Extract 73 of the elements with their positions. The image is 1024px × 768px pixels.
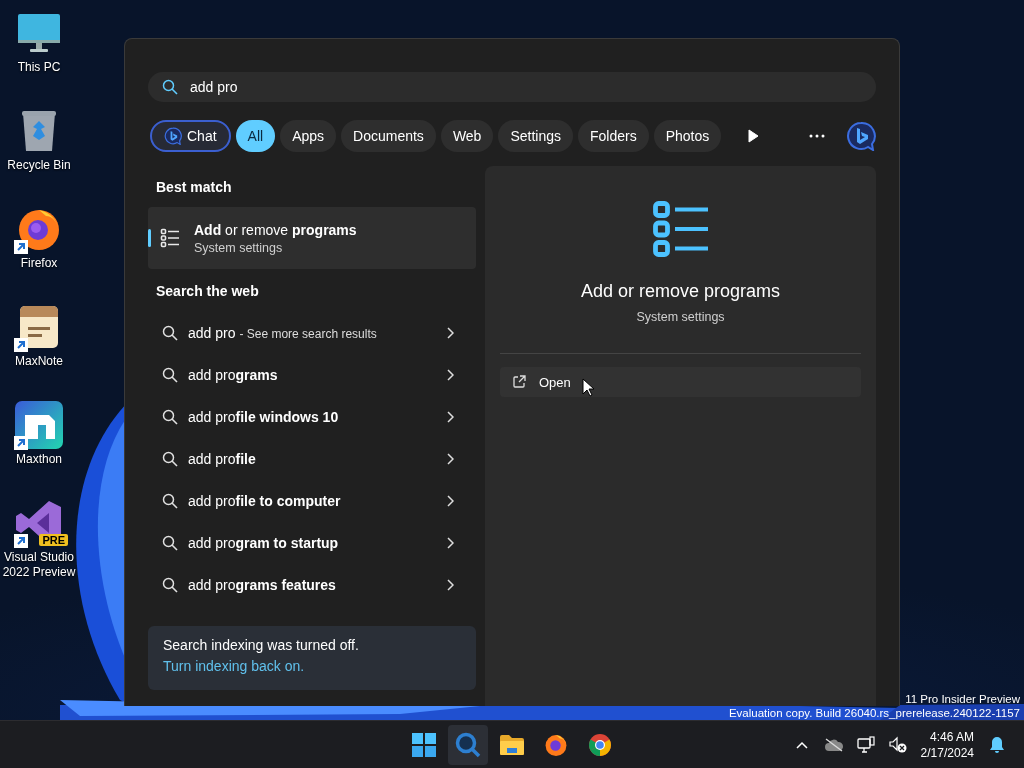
shortcut-label: Firefox (20, 256, 58, 271)
folder-icon (499, 733, 525, 756)
cursor-icon (582, 378, 594, 397)
chevron-right-icon (446, 369, 454, 381)
chevron-right-icon (446, 453, 454, 465)
list-icon (160, 228, 180, 248)
filter-tab[interactable]: Settings (498, 120, 573, 152)
shortcut-label: Recycle Bin (7, 158, 71, 173)
watermark-text: 11 Pro Insider Preview (905, 692, 1020, 706)
section-heading: Best match (156, 178, 232, 195)
search-icon (162, 409, 178, 425)
search-icon (162, 535, 178, 551)
notepad-icon (19, 305, 59, 349)
filter-tab[interactable]: Documents (341, 120, 436, 152)
search-icon (455, 731, 481, 758)
shortcut-label: Visual Studio 2022 Preview (1, 550, 77, 580)
desktop-shortcut[interactable]: Firefox (0, 204, 78, 302)
chrome-icon (588, 732, 612, 757)
web-suggestion[interactable]: add profile windows 10 (148, 396, 476, 438)
preview-title: Add or remove programs (580, 281, 781, 302)
search-icon (162, 493, 178, 509)
chevron-right-icon (446, 579, 454, 591)
web-suggestion[interactable]: add programs features (148, 564, 476, 606)
clock[interactable]: 4:46 AM 2/17/2024 (916, 728, 978, 761)
chevron-up-icon (795, 740, 808, 749)
firefox-icon (544, 732, 568, 757)
search-field[interactable]: add pro (148, 72, 876, 102)
search-icon (162, 325, 178, 341)
shortcut-label: This PC (17, 60, 61, 75)
preview-tag: PRE (39, 534, 68, 546)
play-icon (747, 129, 759, 143)
chevron-right-icon (446, 327, 454, 339)
desktop-shortcut[interactable]: This PC (0, 8, 78, 106)
windows-start-icon (412, 732, 436, 757)
web-suggestion[interactable]: add programs (148, 354, 476, 396)
chevron-right-icon (446, 537, 454, 549)
best-match-result[interactable]: Add or remove programs System settings (148, 207, 476, 269)
list-icon (650, 199, 711, 259)
desktop-shortcut[interactable]: Maxthon (0, 400, 78, 498)
bing-icon (164, 127, 182, 145)
search-icon (162, 367, 178, 383)
desktop-shortcut[interactable]: Recycle Bin (0, 106, 78, 204)
filter-tab[interactable]: Photos (653, 120, 722, 152)
section-heading: Search the web (156, 282, 259, 299)
watermark-text: Evaluation copy. Build 26040.rs_prerelease.240122-1157 (728, 706, 1020, 720)
external-link-icon (512, 375, 526, 389)
notice-text: Search indexing was turned off. (163, 637, 360, 653)
search-icon (162, 79, 178, 95)
desktop-shortcut[interactable]: PRE Visual Studio 2022 Preview (0, 498, 78, 596)
chevron-right-icon (446, 411, 454, 423)
filter-tab[interactable]: Folders (578, 120, 649, 152)
shortcut-label: MaxNote (15, 354, 63, 369)
preview-subtitle: System settings (636, 310, 725, 324)
monitor-icon (17, 13, 61, 53)
shortcut-label: Maxthon (16, 452, 62, 467)
maxthon-icon (15, 401, 63, 449)
filter-tab[interactable]: Chat (150, 120, 231, 152)
bing-chat-button[interactable] (846, 121, 876, 151)
filter-tab[interactable]: Apps (280, 120, 337, 152)
filter-tab[interactable]: Web (440, 120, 494, 152)
web-suggestion[interactable]: add pro - See more search results (148, 312, 476, 354)
more-icon (809, 134, 825, 138)
filter-tab[interactable]: All (235, 120, 276, 152)
chevron-right-icon (446, 495, 454, 507)
web-suggestion[interactable]: add program to startup (148, 522, 476, 564)
desktop-shortcut[interactable]: MaxNote (0, 302, 78, 400)
search-icon (162, 451, 178, 467)
search-icon (162, 577, 178, 593)
web-suggestion[interactable]: add profile to computer (148, 480, 476, 522)
open-button[interactable]: Open (500, 367, 861, 397)
recycle-bin-icon (21, 109, 57, 153)
indexing-link[interactable]: Turn indexing back on. (163, 658, 305, 674)
web-suggestion[interactable]: add profile (148, 438, 476, 480)
